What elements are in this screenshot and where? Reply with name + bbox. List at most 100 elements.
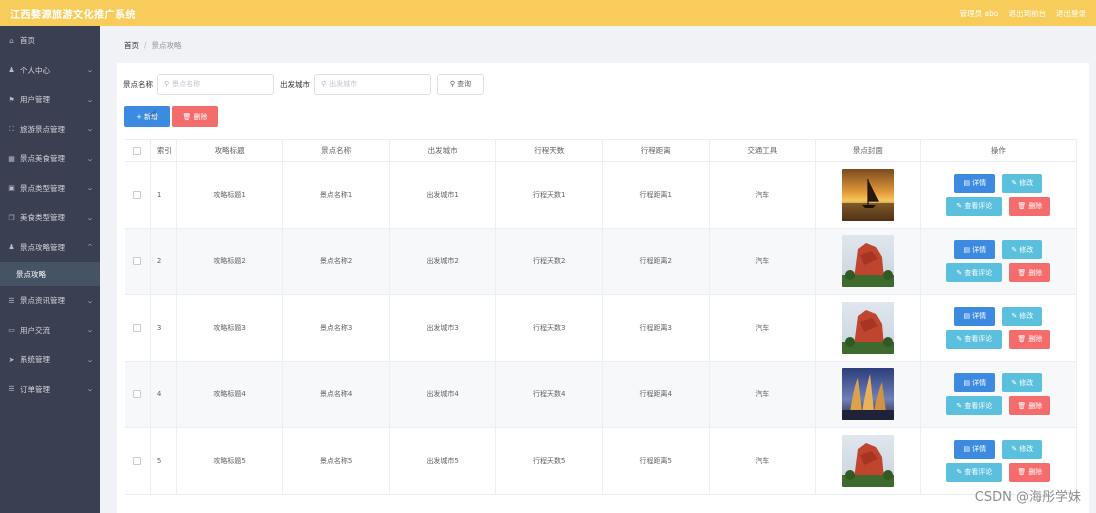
sidebar-item[interactable]: ☰ 景点资讯管理 ⌄ bbox=[0, 286, 100, 316]
breadcrumb-current: 景点攻略 bbox=[151, 41, 182, 50]
sidebar-item-label: 首页 bbox=[20, 36, 35, 46]
delete-button[interactable]: 🗑 删除 bbox=[1009, 263, 1051, 283]
top-bar: 江西婺源旅游文化推广系统 管理员 abo 退出到前台 退出登录 bbox=[0, 0, 1096, 26]
view-comments-button[interactable]: ✎ 查看评论 bbox=[946, 196, 1003, 216]
query-button-label: 查询 bbox=[457, 80, 472, 88]
sidebar-item[interactable]: ⌂ 首页 bbox=[0, 26, 100, 56]
spot-name-input[interactable] bbox=[172, 80, 263, 88]
add-button[interactable]: + 新增 ☝ bbox=[124, 106, 170, 127]
detail-button[interactable]: ▤ 详情 bbox=[954, 240, 996, 260]
table-row: 1 攻略标题1 景点名称1 出发城市1 行程天数1 行程距离1 汽车 ▤ 详情 ✎ 修改 ✎ 查看评论 🗑… bbox=[125, 162, 1077, 229]
cell-transport: 汽车 bbox=[710, 361, 817, 427]
cover-image[interactable] bbox=[841, 301, 894, 354]
view-comments-label: 查看评论 bbox=[964, 202, 993, 211]
watermark: CSDN @海彤学妹 bbox=[974, 490, 1081, 505]
action-line: ▤ 详情 ✎ 修改 bbox=[954, 240, 1043, 260]
admin-user-link[interactable]: 管理员 abo bbox=[960, 8, 999, 19]
breadcrumb-home[interactable]: 首页 bbox=[124, 41, 139, 50]
cell-index: 2 bbox=[151, 228, 177, 294]
cell-city: 出发城市5 bbox=[390, 428, 497, 494]
departure-city-field[interactable]: ⚲ bbox=[314, 73, 431, 95]
sidebar-item[interactable]: ♟ 景点攻略管理 ⌃ bbox=[0, 233, 100, 263]
cell-transport: 汽车 bbox=[710, 162, 817, 228]
row-checkbox[interactable] bbox=[133, 456, 142, 465]
delete-button[interactable]: 🗑 删除 bbox=[1009, 329, 1051, 349]
user-icon: ♟ bbox=[8, 243, 15, 252]
cell-cover bbox=[816, 361, 921, 427]
view-comments-button[interactable]: ✎ 查看评论 bbox=[946, 396, 1003, 416]
batch-delete-button[interactable]: 🗑 删除 bbox=[172, 106, 218, 127]
chevron-down-icon: ⌄ bbox=[85, 385, 95, 394]
action-line: ✎ 查看评论 🗑 删除 bbox=[946, 329, 1051, 349]
menu-icon: ☰ bbox=[8, 385, 15, 394]
delete-button[interactable]: 🗑 删除 bbox=[1009, 462, 1051, 482]
detail-button[interactable]: ▤ 详情 bbox=[954, 373, 996, 393]
sidebar-item[interactable]: ▦ 景点美食管理 ⌄ bbox=[0, 144, 100, 174]
delete-button[interactable]: 🗑 删除 bbox=[1009, 196, 1051, 216]
view-comments-button[interactable]: ✎ 查看评论 bbox=[946, 462, 1003, 482]
back-to-front-link[interactable]: 退出到前台 bbox=[1009, 8, 1047, 19]
detail-button[interactable]: ▤ 详情 bbox=[954, 439, 996, 459]
document-icon: ▤ bbox=[963, 245, 971, 254]
edit-button[interactable]: ✎ 修改 bbox=[1002, 306, 1043, 326]
sidebar-item[interactable]: ⚑ 用户管理 ⌄ bbox=[0, 85, 100, 115]
sidebar-item-label: 旅游景点管理 bbox=[20, 124, 65, 134]
departure-city-input[interactable] bbox=[329, 80, 420, 88]
query-button[interactable]: ⚲ 查询 bbox=[437, 73, 484, 95]
sidebar-item[interactable]: ☰ 订单管理 ⌄ bbox=[0, 375, 100, 405]
cover-image[interactable] bbox=[841, 434, 894, 487]
delete-button[interactable]: 🗑 删除 bbox=[1009, 396, 1051, 416]
chevron-down-icon: ⌄ bbox=[85, 95, 95, 104]
cell-city: 出发城市3 bbox=[390, 295, 497, 361]
sidebar-item-label: 订单管理 bbox=[20, 384, 50, 394]
view-comments-button[interactable]: ✎ 查看评论 bbox=[946, 263, 1003, 283]
sidebar-subitem-active[interactable]: 景点攻略 bbox=[0, 262, 100, 286]
row-checkbox[interactable] bbox=[133, 390, 142, 399]
sidebar-item[interactable]: ❐ 美食类型管理 ⌄ bbox=[0, 203, 100, 233]
row-checkbox[interactable] bbox=[133, 190, 142, 199]
row-checkbox-cell bbox=[125, 228, 151, 294]
detail-button[interactable]: ▤ 详情 bbox=[954, 173, 996, 193]
trash-icon: 🗑 bbox=[1017, 268, 1027, 277]
view-comments-label: 查看评论 bbox=[964, 268, 993, 277]
sidebar-item[interactable]: ♟ 个人中心 ⌄ bbox=[0, 56, 100, 86]
detail-button[interactable]: ▤ 详情 bbox=[954, 306, 996, 326]
edit-icon: ✎ bbox=[956, 468, 963, 477]
edit-button[interactable]: ✎ 修改 bbox=[1002, 240, 1043, 260]
sidebar-item-label: 美食类型管理 bbox=[20, 213, 65, 223]
chevron-down-icon: ⌄ bbox=[85, 296, 95, 305]
sidebar-item[interactable]: ⛶ 旅游景点管理 ⌄ bbox=[0, 115, 100, 145]
edit-icon: ✎ bbox=[956, 202, 963, 211]
cell-spot-name: 景点名称5 bbox=[283, 428, 390, 494]
row-checkbox[interactable] bbox=[133, 257, 142, 266]
sidebar-item-label: 用户交流 bbox=[20, 325, 50, 335]
search-icon: ⚲ bbox=[321, 80, 327, 88]
sidebar-item-label: 系统管理 bbox=[20, 355, 50, 365]
cover-image[interactable] bbox=[841, 168, 894, 221]
cell-days: 行程天数1 bbox=[496, 162, 603, 228]
spot-name-field[interactable]: ⚲ bbox=[157, 73, 274, 95]
cover-image[interactable] bbox=[841, 368, 894, 421]
select-all-checkbox[interactable] bbox=[133, 146, 142, 155]
view-comments-button[interactable]: ✎ 查看评论 bbox=[946, 329, 1003, 349]
sidebar-item-label: 景点攻略管理 bbox=[20, 242, 65, 252]
batch-delete-label: 删除 bbox=[193, 112, 208, 121]
edit-icon: ✎ bbox=[956, 268, 963, 277]
chevron-down-icon: ⌄ bbox=[85, 184, 95, 193]
edit-button[interactable]: ✎ 修改 bbox=[1002, 439, 1043, 459]
flag-icon: ⚑ bbox=[8, 95, 15, 104]
sidebar-item[interactable]: ▭ 用户交流 ⌄ bbox=[0, 316, 100, 346]
sidebar-item[interactable]: ➤ 系统管理 ⌄ bbox=[0, 345, 100, 375]
edit-button[interactable]: ✎ 修改 bbox=[1002, 173, 1043, 193]
row-checkbox[interactable] bbox=[133, 323, 142, 332]
spot-name-label: 景点名称 bbox=[123, 79, 153, 89]
cover-image[interactable] bbox=[841, 235, 894, 288]
cell-spot-name: 景点名称2 bbox=[283, 228, 390, 294]
cell-distance: 行程距离3 bbox=[603, 295, 710, 361]
edit-button[interactable]: ✎ 修改 bbox=[1002, 373, 1043, 393]
header-distance: 行程距离 bbox=[603, 140, 710, 161]
logout-link[interactable]: 退出登录 bbox=[1056, 8, 1086, 19]
cell-city: 出发城市1 bbox=[390, 162, 497, 228]
document-icon: ▤ bbox=[963, 378, 971, 387]
sidebar-item[interactable]: ▣ 景点类型管理 ⌄ bbox=[0, 174, 100, 204]
